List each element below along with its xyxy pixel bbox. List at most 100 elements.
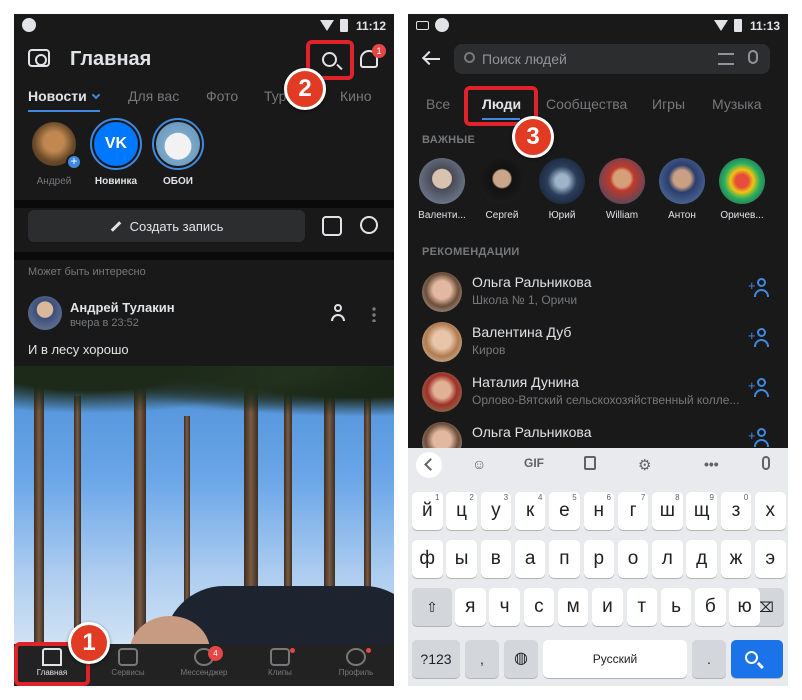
comma-key[interactable]: , [465,640,499,678]
section-label: Может быть интересно [28,266,146,278]
key-hint: 4 [537,493,543,502]
key-г[interactable]: г7 [617,492,649,530]
microphone-icon[interactable] [748,50,758,64]
person-item[interactable]: William [592,158,652,221]
globe-icon[interactable]: ◍ [504,640,538,678]
tab-music[interactable]: Музыка [712,96,762,112]
key-о[interactable]: о [617,540,649,578]
divider [14,200,394,208]
tab-photo[interactable]: Фото [206,88,238,104]
feed-tabs: Новости Для вас Фото Тури Кино [14,84,394,112]
post-photo[interactable] [14,366,394,646]
key-п[interactable]: п [549,540,580,578]
nav-messenger[interactable]: Мессенджер 4 [166,644,242,686]
story-label: ОБОИ [163,176,193,187]
key-ч[interactable]: ч [489,588,520,626]
key-л[interactable]: л [652,540,683,578]
add-friend-icon[interactable]: + [748,378,772,398]
key-у[interactable]: у3 [480,492,512,530]
search-enter-key[interactable] [731,640,783,678]
avatar[interactable] [28,296,62,330]
add-friend-icon[interactable] [328,304,348,322]
person-item[interactable]: Антон [652,158,712,221]
camera-icon[interactable] [28,49,50,67]
status-time: 11:13 [749,19,780,33]
key-я[interactable]: я [455,588,486,626]
tab-people[interactable]: Люди [482,96,521,112]
person-item[interactable]: Юрий [532,158,592,221]
key-й[interactable]: й1 [412,492,443,530]
key-ш[interactable]: ш8 [652,492,683,530]
key-ю[interactable]: ю [729,588,760,626]
messenger-badge: 4 [208,646,223,661]
chevron-left-icon[interactable] [416,452,442,478]
shift-key[interactable]: ⇧ [412,588,452,626]
clipboard-icon[interactable] [584,456,596,470]
key-н[interactable]: н6 [583,492,614,530]
key-а[interactable]: а [514,540,546,578]
tab-all[interactable]: Все [426,96,450,112]
key-е[interactable]: е5 [549,492,580,530]
key-б[interactable]: б [695,588,726,626]
avatar [479,158,525,204]
recommendation-item[interactable]: Валентина Дуб Киров + [408,316,788,366]
symbols-key[interactable]: ?123 [412,640,460,678]
key-х[interactable]: х [755,492,786,530]
key-и[interactable]: и [592,588,623,626]
key-ц[interactable]: ц2 [446,492,477,530]
key-э[interactable]: э [755,540,786,578]
key-к[interactable]: к4 [514,492,546,530]
story-item[interactable]: + Андрей [24,118,84,187]
avatar [719,158,765,204]
create-post-button[interactable]: Создать запись [28,210,305,242]
tab-news[interactable]: Новости [28,88,100,104]
idea-icon[interactable] [360,216,378,234]
key-ж[interactable]: ж [720,540,752,578]
more-icon[interactable] [372,306,376,322]
key-hint: 6 [606,493,611,502]
more-icon[interactable]: ••• [704,456,719,472]
person-item[interactable]: Валенти... [412,158,472,221]
key-ы[interactable]: ы [446,540,477,578]
key-ь[interactable]: ь [660,588,692,626]
add-friend-icon[interactable]: + [748,428,772,448]
tab-games[interactable]: Игры [652,96,685,112]
nav-profile[interactable]: Профиль [318,644,394,686]
recommendation-item[interactable]: Наталия Дунина Орлово-Вятский сельскохоз… [408,366,788,416]
tab-communities[interactable]: Сообщества [546,96,627,112]
post-author[interactable]: Андрей Тулакин [70,300,175,315]
story-item[interactable]: VK Новинка [86,118,146,187]
key-т[interactable]: т [626,588,657,626]
story-item[interactable]: ОБОИ [148,118,208,187]
person-item[interactable]: Оричев... [712,158,772,221]
key-р[interactable]: р [583,540,614,578]
filter-icon[interactable] [718,53,734,65]
add-friend-icon[interactable]: + [748,328,772,348]
key-hint: 0 [743,493,749,502]
tab-movies[interactable]: Кино [340,88,372,104]
grid-icon [118,648,138,666]
key-с[interactable]: с [523,588,555,626]
key-щ[interactable]: щ9 [686,492,717,530]
sticker-icon[interactable]: ☺ [472,456,486,472]
tab-for-you[interactable]: Для вас [128,88,179,104]
microphone-icon[interactable] [762,456,770,470]
period-key[interactable]: . [692,640,726,678]
add-friend-icon[interactable]: + [748,278,772,298]
person-item[interactable]: Сергей [472,158,532,221]
space-key[interactable]: Русский [543,640,687,678]
avatar [659,158,705,204]
back-arrow-icon[interactable] [424,58,440,60]
gear-icon[interactable]: ⚙ [638,456,651,474]
key-ф[interactable]: ф [412,540,443,578]
search-input[interactable] [482,44,712,74]
key-м[interactable]: м [557,588,589,626]
key-д[interactable]: д [686,540,717,578]
nav-clips[interactable]: Клипы [242,644,318,686]
key-в[interactable]: в [480,540,512,578]
gif-button[interactable]: GIF [524,456,544,470]
page-title: Главная [70,48,152,70]
recommendation-item[interactable]: Ольга Ральникова Школа № 1, Оричи + [408,266,788,316]
clip-icon[interactable] [322,216,342,236]
key-з[interactable]: з0 [720,492,752,530]
